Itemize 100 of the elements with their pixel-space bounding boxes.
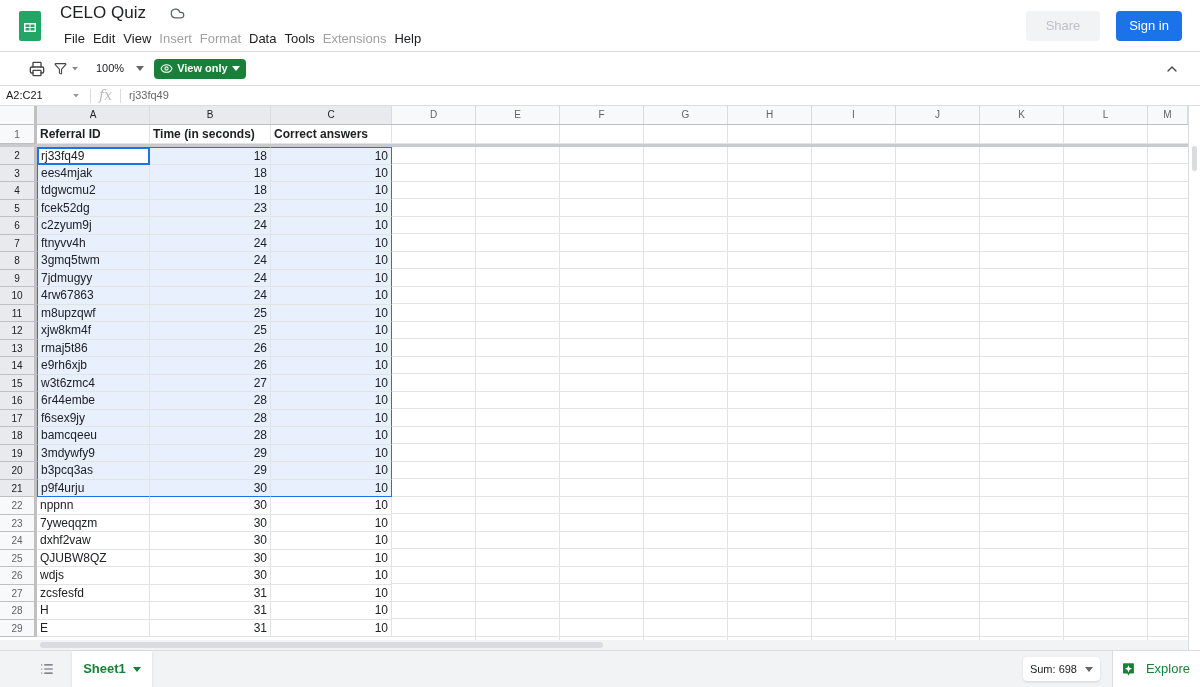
row-number[interactable]: 10 <box>0 287 37 305</box>
column-header[interactable]: G <box>644 106 728 124</box>
column-header[interactable]: L <box>1064 106 1148 124</box>
table-cell: 10 <box>374 218 388 232</box>
formula-field[interactable]: rj33fq49 <box>129 87 169 104</box>
table-cell: 10 <box>374 375 388 390</box>
table-cell: 28 <box>253 393 267 407</box>
caret-icon <box>72 66 78 71</box>
filter-icon[interactable] <box>54 62 67 75</box>
table-cell: 31 <box>253 620 267 635</box>
table-cell: 26 <box>253 358 267 372</box>
row-number[interactable]: 28 <box>0 602 37 620</box>
table-cell: 24 <box>253 235 267 250</box>
table-cell: E <box>40 620 48 635</box>
column-header[interactable]: K <box>980 106 1064 124</box>
table-cell: 10 <box>374 410 388 425</box>
all-sheets-icon[interactable] <box>40 662 54 676</box>
caret-icon <box>132 666 141 672</box>
table-cell: 10 <box>374 393 388 407</box>
column-header[interactable]: C <box>271 106 392 124</box>
table-cell: dxhf2vaw <box>40 533 91 547</box>
table-cell: 29 <box>253 445 267 460</box>
row-number[interactable]: 22 <box>0 497 37 515</box>
row-number[interactable]: 1 <box>0 125 37 144</box>
table-cell: 10 <box>374 253 388 267</box>
table-cell: 29 <box>253 463 267 477</box>
table-cell: 10 <box>374 568 388 582</box>
table-cell: zcsfesfd <box>40 585 84 600</box>
table-cell: 30 <box>253 568 267 582</box>
caret-icon <box>231 66 240 71</box>
table-cell: 10 <box>374 149 388 163</box>
column-header[interactable]: M <box>1148 106 1188 124</box>
row-number[interactable]: 18 <box>0 427 37 445</box>
table-cell: 10 <box>374 585 388 600</box>
table-cell: w3t6zmc4 <box>41 375 96 390</box>
column-header[interactable]: H <box>728 106 812 124</box>
sheet-tab[interactable]: Sheet1 <box>72 650 152 687</box>
menu-item[interactable]: File <box>60 29 89 49</box>
table-cell: fcek52dg <box>41 200 90 215</box>
table-cell: 28 <box>253 410 267 425</box>
menu-item[interactable]: View <box>119 29 156 49</box>
table-cell: 10 <box>374 480 388 495</box>
column-title: Referral ID <box>40 127 101 141</box>
row-number[interactable]: 2 <box>0 147 37 165</box>
table-cell: e9rh6xjb <box>41 358 88 372</box>
menu-item[interactable]: Edit <box>88 29 120 49</box>
column-header[interactable]: A <box>37 106 150 124</box>
column-header[interactable]: D <box>392 106 476 124</box>
table-cell: 10 <box>374 288 388 302</box>
table-cell: 10 <box>374 323 388 337</box>
table-cell: 10 <box>374 235 388 250</box>
table-cell: 24 <box>253 253 267 267</box>
sign-in-button[interactable]: Sign in <box>1116 10 1182 41</box>
table-cell: 10 <box>374 200 388 215</box>
table-cell: 18 <box>253 183 267 197</box>
table-cell: 10 <box>374 305 388 320</box>
caret-icon <box>1085 666 1093 672</box>
row-number[interactable]: 12 <box>0 322 37 340</box>
column-header[interactable]: I <box>812 106 896 124</box>
table-cell: nppnn <box>40 498 74 512</box>
row-number[interactable]: 16 <box>0 392 37 410</box>
document-title[interactable]: CELO Quiz <box>60 2 146 25</box>
column-header[interactable]: J <box>896 106 980 124</box>
sum-dropdown[interactable]: Sum: 698 <box>1022 657 1100 681</box>
row-number[interactable]: 20 <box>0 462 37 480</box>
menu-item[interactable]: Help <box>390 29 426 49</box>
table-cell: 10 <box>374 515 388 530</box>
table-cell: 31 <box>253 603 267 617</box>
cloud-icon[interactable] <box>170 5 185 21</box>
column-header[interactable]: B <box>150 106 271 124</box>
row-number[interactable]: 26 <box>0 567 37 585</box>
table-cell: rj33fq49 <box>41 149 85 163</box>
table-cell: 3mdywfy9 <box>41 445 96 460</box>
caret-icon <box>73 93 79 98</box>
table-cell: 25 <box>253 323 267 337</box>
spreadsheet-logo-icon[interactable] <box>19 10 41 41</box>
column-header[interactable]: F <box>560 106 644 124</box>
menu-item[interactable]: Tools <box>280 29 319 49</box>
row-number[interactable]: 24 <box>0 532 37 550</box>
name-box[interactable]: A2:C21 <box>0 87 72 104</box>
view-only-button[interactable]: View only <box>154 58 246 79</box>
zoom-value[interactable]: 100% <box>96 60 125 77</box>
row-number[interactable]: 8 <box>0 252 37 270</box>
table-cell: rmaj5t86 <box>41 340 88 355</box>
table-cell: 10 <box>374 270 388 285</box>
table-cell: 10 <box>374 428 388 442</box>
print-icon[interactable] <box>29 60 45 77</box>
menu-item[interactable]: Data <box>245 29 281 49</box>
vertical-scrollbar[interactable] <box>1192 146 1197 171</box>
column-header[interactable]: E <box>476 106 560 124</box>
explore-button[interactable]: Explore <box>1112 650 1200 687</box>
table-cell: 24 <box>253 270 267 285</box>
table-cell: 23 <box>253 200 267 215</box>
row-number[interactable]: 4 <box>0 182 37 200</box>
table-cell: 10 <box>374 183 388 197</box>
table-cell: H <box>40 603 49 617</box>
row-number[interactable]: 14 <box>0 357 37 375</box>
table-cell: 7yweqqzm <box>40 515 98 530</box>
row-number[interactable]: 6 <box>0 217 37 235</box>
table-cell: m8upzqwf <box>41 305 96 320</box>
